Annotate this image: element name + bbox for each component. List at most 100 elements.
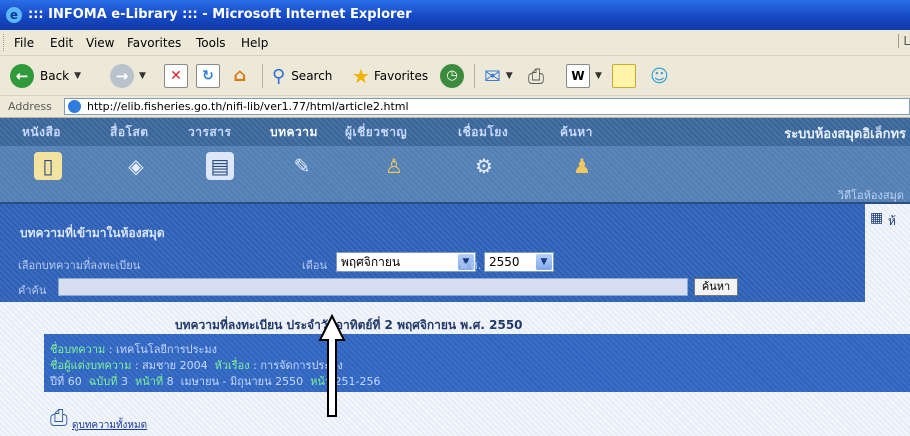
toolbar-separator	[474, 64, 475, 88]
menu-view[interactable]: View	[86, 36, 114, 50]
menu-file[interactable]: File	[14, 36, 34, 50]
links-icon[interactable]: ⚙	[470, 152, 498, 180]
title-key: ชื่อบทความ	[50, 343, 106, 356]
article-heading: บทความที่ลงทะเบียน ประจำวันอาทิตย์ที่ 2 …	[175, 318, 523, 332]
stop-icon: ✕	[164, 64, 188, 88]
search-icon: ⚲	[272, 65, 286, 87]
mail-dropdown-icon: ▼	[505, 71, 513, 81]
favorites-star-icon: ★	[352, 64, 370, 88]
edit-dropdown-icon: ▼	[595, 71, 602, 81]
annotation-arrow	[318, 314, 346, 417]
forward-icon: →	[110, 64, 134, 88]
journal-icon[interactable]: ▤	[206, 152, 234, 180]
search-label: Search	[291, 69, 333, 83]
home-button[interactable]: ⌂	[228, 61, 252, 91]
print-icon: ⎙	[528, 64, 544, 88]
messenger-button[interactable]: ☺	[650, 61, 669, 91]
favorites-button[interactable]: ★ Favorites	[352, 61, 428, 91]
home-icon: ⌂	[233, 65, 247, 86]
main-panel: บทความที่เข้ามาในห้องสมุด เลือกบทความที่…	[0, 204, 910, 436]
toolbar-separator	[262, 64, 263, 88]
title-value[interactable]: เทคโนโลยีการประมง	[116, 343, 217, 356]
issue-key: ฉบับที่	[88, 375, 118, 388]
section-icon-strip: ▯ ◈ ▤ ✎ ♙ ⚙ ♟ วิดีโอห้องสมุด	[0, 146, 910, 204]
print-button[interactable]: ⎙	[528, 61, 544, 91]
date-range: เมษายน - มิถุนายน 2550	[180, 375, 304, 388]
window-title: ::: INFOMA e-Library ::: - Microsoft Int…	[28, 7, 412, 22]
menu-edit[interactable]: Edit	[50, 36, 73, 50]
video-link[interactable]: วิดีโอห้องสมุด	[838, 186, 904, 204]
section-title: บทความที่เข้ามาในห้องสมุด	[20, 226, 165, 240]
search-people-icon[interactable]: ♟	[568, 152, 596, 180]
year-label: พ.ศ.	[460, 259, 482, 272]
disc-icon[interactable]: ◈	[122, 152, 150, 180]
side-link[interactable]: ห้	[888, 212, 896, 231]
back-label: Back	[40, 69, 70, 83]
menu-favorites[interactable]: Favorites	[127, 36, 181, 50]
year-value: 2550	[489, 255, 520, 269]
history-icon: ◷	[440, 64, 464, 88]
address-label: Address	[8, 100, 52, 113]
search-submit-button[interactable]: ค้นหา	[694, 278, 738, 296]
folder-icon	[612, 64, 636, 88]
menu-bar: File Edit View Favorites Tools Help L	[0, 30, 910, 56]
tab-articles[interactable]: บทความ	[270, 122, 318, 142]
window-titlebar: e ::: INFOMA e-Library ::: - Microsoft I…	[0, 0, 910, 30]
calendar-icon[interactable]: ▦	[870, 210, 883, 226]
standard-toolbar: ← Back ▼ → ▼ ✕ ↻ ⌂ ⚲ Search ★ Favorites …	[0, 56, 910, 96]
page-icon	[68, 100, 81, 113]
author-key: ชื่อผู้แต่งบทความ	[50, 359, 132, 372]
system-title: ระบบห้องสมุดอิเล็กทร	[784, 127, 906, 142]
expert-icon[interactable]: ♙	[380, 152, 408, 180]
year-select[interactable]: 2550 ▼	[484, 252, 554, 272]
tab-links[interactable]: เชื่อมโยง	[458, 122, 508, 142]
view-all-link[interactable]: ดูบทความทั้งหมด	[72, 418, 147, 433]
refresh-icon: ↻	[196, 64, 220, 88]
site-nav-tabs: หนังสือ สื่อโสต วารสาร บทความ ผู้เชี่ยวช…	[0, 118, 910, 146]
volume-value: 60	[67, 375, 82, 388]
page-key: หน้าที่	[134, 375, 164, 388]
folder-button[interactable]	[612, 61, 636, 91]
search-button[interactable]: ⚲ Search	[272, 61, 332, 91]
issue-value: 3	[120, 375, 128, 388]
forward-button[interactable]: → ▼	[110, 61, 146, 91]
address-url: http://elib.fisheries.go.th/nifi-lib/ver…	[87, 100, 409, 113]
tab-experts[interactable]: ผู้เชี่ยวชาญ	[345, 122, 407, 142]
article-icon[interactable]: ✎	[288, 152, 316, 180]
menu-help[interactable]: Help	[241, 36, 268, 50]
address-input[interactable]: http://elib.fisheries.go.th/nifi-lib/ver…	[64, 98, 910, 115]
book-icon[interactable]: ▯	[34, 152, 62, 180]
address-bar: Address http://elib.fisheries.go.th/nifi…	[0, 96, 910, 118]
arrow-shape	[318, 314, 346, 417]
forward-dropdown-icon: ▼	[139, 71, 146, 81]
article-entry: ชื่อบทความ : เทคโนโลยีการประมง ชื่อผู้แต…	[44, 334, 910, 392]
mail-button[interactable]: ✉ ▼	[484, 61, 513, 91]
tab-books[interactable]: หนังสือ	[22, 122, 61, 142]
edit-icon: W	[566, 64, 590, 88]
messenger-icon: ☺	[650, 65, 669, 87]
favorites-label: Favorites	[373, 69, 429, 83]
refresh-button[interactable]: ↻	[196, 61, 220, 91]
tab-media[interactable]: สื่อโสต	[110, 122, 149, 142]
history-button[interactable]: ◷	[440, 61, 464, 91]
scanner-icon[interactable]: ⎙	[50, 406, 68, 431]
page-content: หนังสือ สื่อโสต วารสาร บทความ ผู้เชี่ยวช…	[0, 118, 910, 436]
edit-button[interactable]: W ▼	[566, 61, 602, 91]
month-value: พฤศจิกายน	[341, 255, 401, 269]
month-select[interactable]: พฤศจิกายน ▼	[336, 252, 476, 272]
search-term-input[interactable]	[58, 278, 688, 296]
filter-label: เลือกบทความที่ลงทะเบียน	[18, 259, 141, 272]
mail-icon: ✉	[484, 64, 501, 88]
month-label: เดือน	[302, 259, 328, 272]
ie-logo-icon: e	[6, 7, 22, 23]
search-term-label: คำค้น	[18, 284, 47, 297]
page-value: 8	[166, 375, 174, 388]
back-button[interactable]: ← Back ▼	[10, 61, 81, 91]
links-bar-edge: L	[898, 34, 910, 48]
menu-tools[interactable]: Tools	[196, 36, 226, 50]
tab-journals[interactable]: วารสาร	[188, 122, 231, 142]
tab-search[interactable]: ค้นหา	[560, 122, 593, 142]
filter-panel: บทความที่เข้ามาในห้องสมุด เลือกบทความที่…	[0, 204, 865, 302]
menubar-grip	[3, 34, 6, 51]
stop-button[interactable]: ✕	[164, 61, 188, 91]
